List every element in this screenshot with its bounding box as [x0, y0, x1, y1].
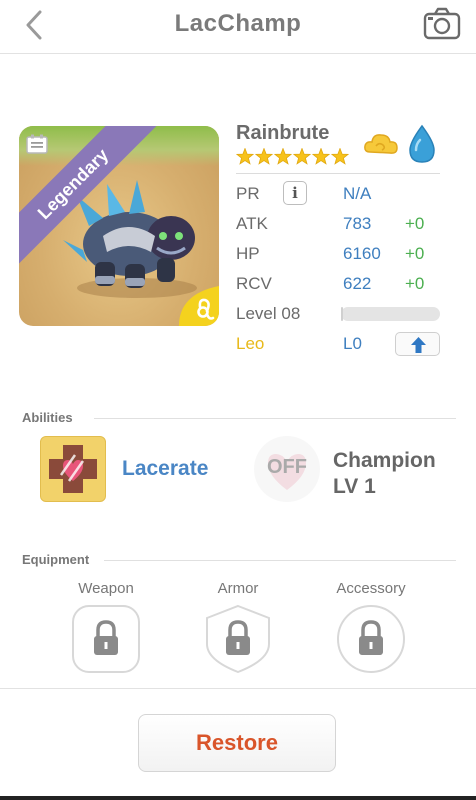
arrow-up-icon	[411, 337, 426, 353]
header-bar: LacChamp	[0, 0, 476, 54]
level-label: Level 08	[236, 304, 301, 323]
restore-button[interactable]: Restore	[138, 714, 336, 772]
abilities-section-title: Abilities	[22, 410, 73, 425]
abilities-divider	[94, 418, 456, 419]
atk-label: ATK	[236, 214, 268, 233]
lacerate-ability-icon[interactable]	[40, 436, 106, 502]
weapon-slot[interactable]	[71, 604, 141, 674]
level-progress-bar	[341, 307, 440, 321]
star-icon	[311, 148, 331, 165]
hp-bonus: +0	[405, 244, 425, 263]
accessory-slot[interactable]	[336, 604, 406, 674]
sign-upgrade-button[interactable]	[395, 332, 440, 356]
champion-passive-level: LV 1	[333, 475, 376, 498]
weapon-slot-label: Weapon	[78, 580, 134, 597]
star-icon	[236, 148, 255, 165]
champion-passive-name[interactable]: Champion LV 1	[333, 448, 436, 500]
rcv-label: RCV	[236, 274, 272, 293]
rcv-value: 622	[343, 274, 372, 293]
star-icon	[254, 148, 274, 165]
equipment-section-title: Equipment	[22, 552, 90, 567]
rcv-bonus: +0	[405, 274, 425, 293]
star-icon	[292, 148, 312, 165]
accessory-slot-label: Accessory	[336, 580, 406, 597]
info-divider	[236, 173, 440, 174]
pr-label: PR	[236, 184, 260, 203]
water-drop-icon	[409, 124, 435, 163]
armor-slot[interactable]	[203, 604, 273, 674]
sign-label: Leo	[236, 334, 265, 353]
hp-value: 6160	[343, 244, 381, 263]
star-icon	[273, 148, 293, 165]
armor-slot-label: Armor	[217, 580, 259, 597]
cloud-icon	[364, 134, 398, 154]
level-progress-fill	[341, 307, 343, 321]
lacerate-icon	[49, 445, 97, 493]
sign-level-value: L0	[343, 334, 362, 353]
screen-bottom-edge	[0, 796, 476, 800]
monster-portrait[interactable]: Legendary	[19, 126, 219, 326]
equipment-divider	[104, 560, 456, 561]
pr-info-button[interactable]: i	[283, 181, 307, 205]
leo-icon	[179, 286, 219, 326]
page-title: LacChamp	[174, 10, 302, 37]
pr-value: N/A	[343, 184, 372, 203]
star-icon	[330, 148, 350, 165]
atk-value: 783	[343, 214, 372, 233]
star-rating	[236, 148, 350, 165]
camera-button[interactable]	[422, 6, 462, 42]
card-icon	[26, 134, 48, 154]
camera-icon	[423, 7, 461, 40]
atk-bonus: +0	[405, 214, 425, 233]
lacerate-ability-name[interactable]: Lacerate	[122, 457, 208, 481]
monster-name: Rainbrute	[236, 122, 330, 144]
champion-passive-icon[interactable]: OFF	[254, 436, 320, 502]
info-icon: i	[292, 184, 298, 202]
champion-passive-title: Champion	[333, 449, 436, 472]
hp-label: HP	[236, 244, 260, 263]
passive-off-label: OFF	[267, 456, 307, 478]
